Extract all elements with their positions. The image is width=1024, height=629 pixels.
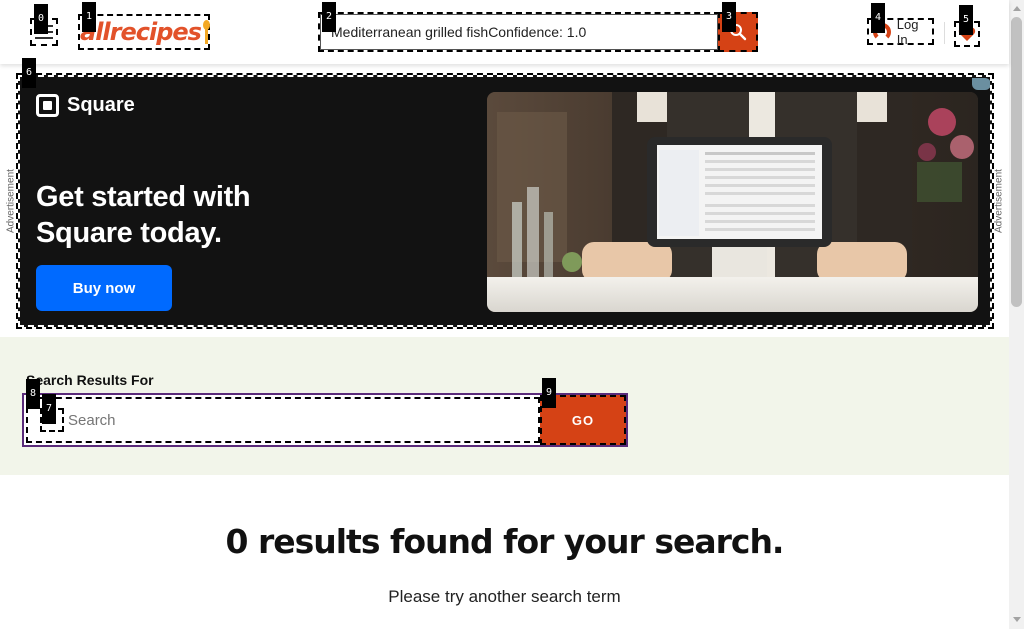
ad-brand: Square	[36, 94, 135, 117]
ad-buy-now-button[interactable]: Buy now	[36, 265, 172, 311]
ad-headline-line1: Get started with	[36, 181, 251, 213]
ad-photo	[487, 92, 978, 312]
mark-label: 5	[959, 5, 973, 35]
search-results-input[interactable]	[26, 397, 540, 443]
advertisement-banner[interactable]: Square Get started with Square today. Bu…	[16, 73, 994, 329]
no-results-subtitle: Please try another search term	[388, 587, 621, 606]
ad-label-right: Advertisement	[993, 169, 1005, 233]
ad-brand-name: Square	[67, 94, 135, 116]
logo-text: allrecipes	[80, 18, 202, 46]
scroll-down-arrow-icon[interactable]	[1013, 617, 1021, 622]
ad-photo-illustration	[487, 92, 978, 312]
ad-choices-icon[interactable]	[972, 78, 990, 90]
mark-label: 9	[542, 378, 556, 408]
site-logo[interactable]: allrecipes	[78, 14, 211, 50]
search-results-label: Search Results For	[26, 372, 154, 388]
mark-label: 7	[42, 394, 56, 424]
scroll-up-arrow-icon[interactable]	[1013, 6, 1021, 11]
search-results-form: GO	[22, 393, 628, 447]
scrollbar-thumb[interactable]	[1011, 17, 1022, 307]
mark-label: 3	[722, 2, 736, 32]
login-label: Log In	[896, 16, 919, 47]
header-search-input[interactable]	[320, 14, 718, 50]
ad-headline: Get started with Square today.	[36, 179, 456, 251]
header-search-field	[318, 12, 720, 52]
no-results-title: 0 results found for your search.	[225, 522, 785, 561]
mark-label: 0	[34, 4, 48, 34]
ad-headline-line2: Square today.	[36, 217, 222, 249]
page: allrecipes Log In Advertisement Advertis…	[0, 0, 1024, 629]
spoon-icon	[202, 20, 211, 44]
mark-label: 6	[22, 58, 36, 88]
square-logo-icon	[36, 94, 59, 117]
mark-label: 1	[82, 2, 96, 32]
mark-label: 2	[322, 2, 336, 32]
menu-icon-bar	[35, 37, 53, 39]
mark-label: 4	[871, 3, 885, 33]
mark-label: 8	[26, 379, 40, 409]
header-divider	[944, 22, 945, 44]
site-header: allrecipes Log In	[0, 0, 1009, 64]
